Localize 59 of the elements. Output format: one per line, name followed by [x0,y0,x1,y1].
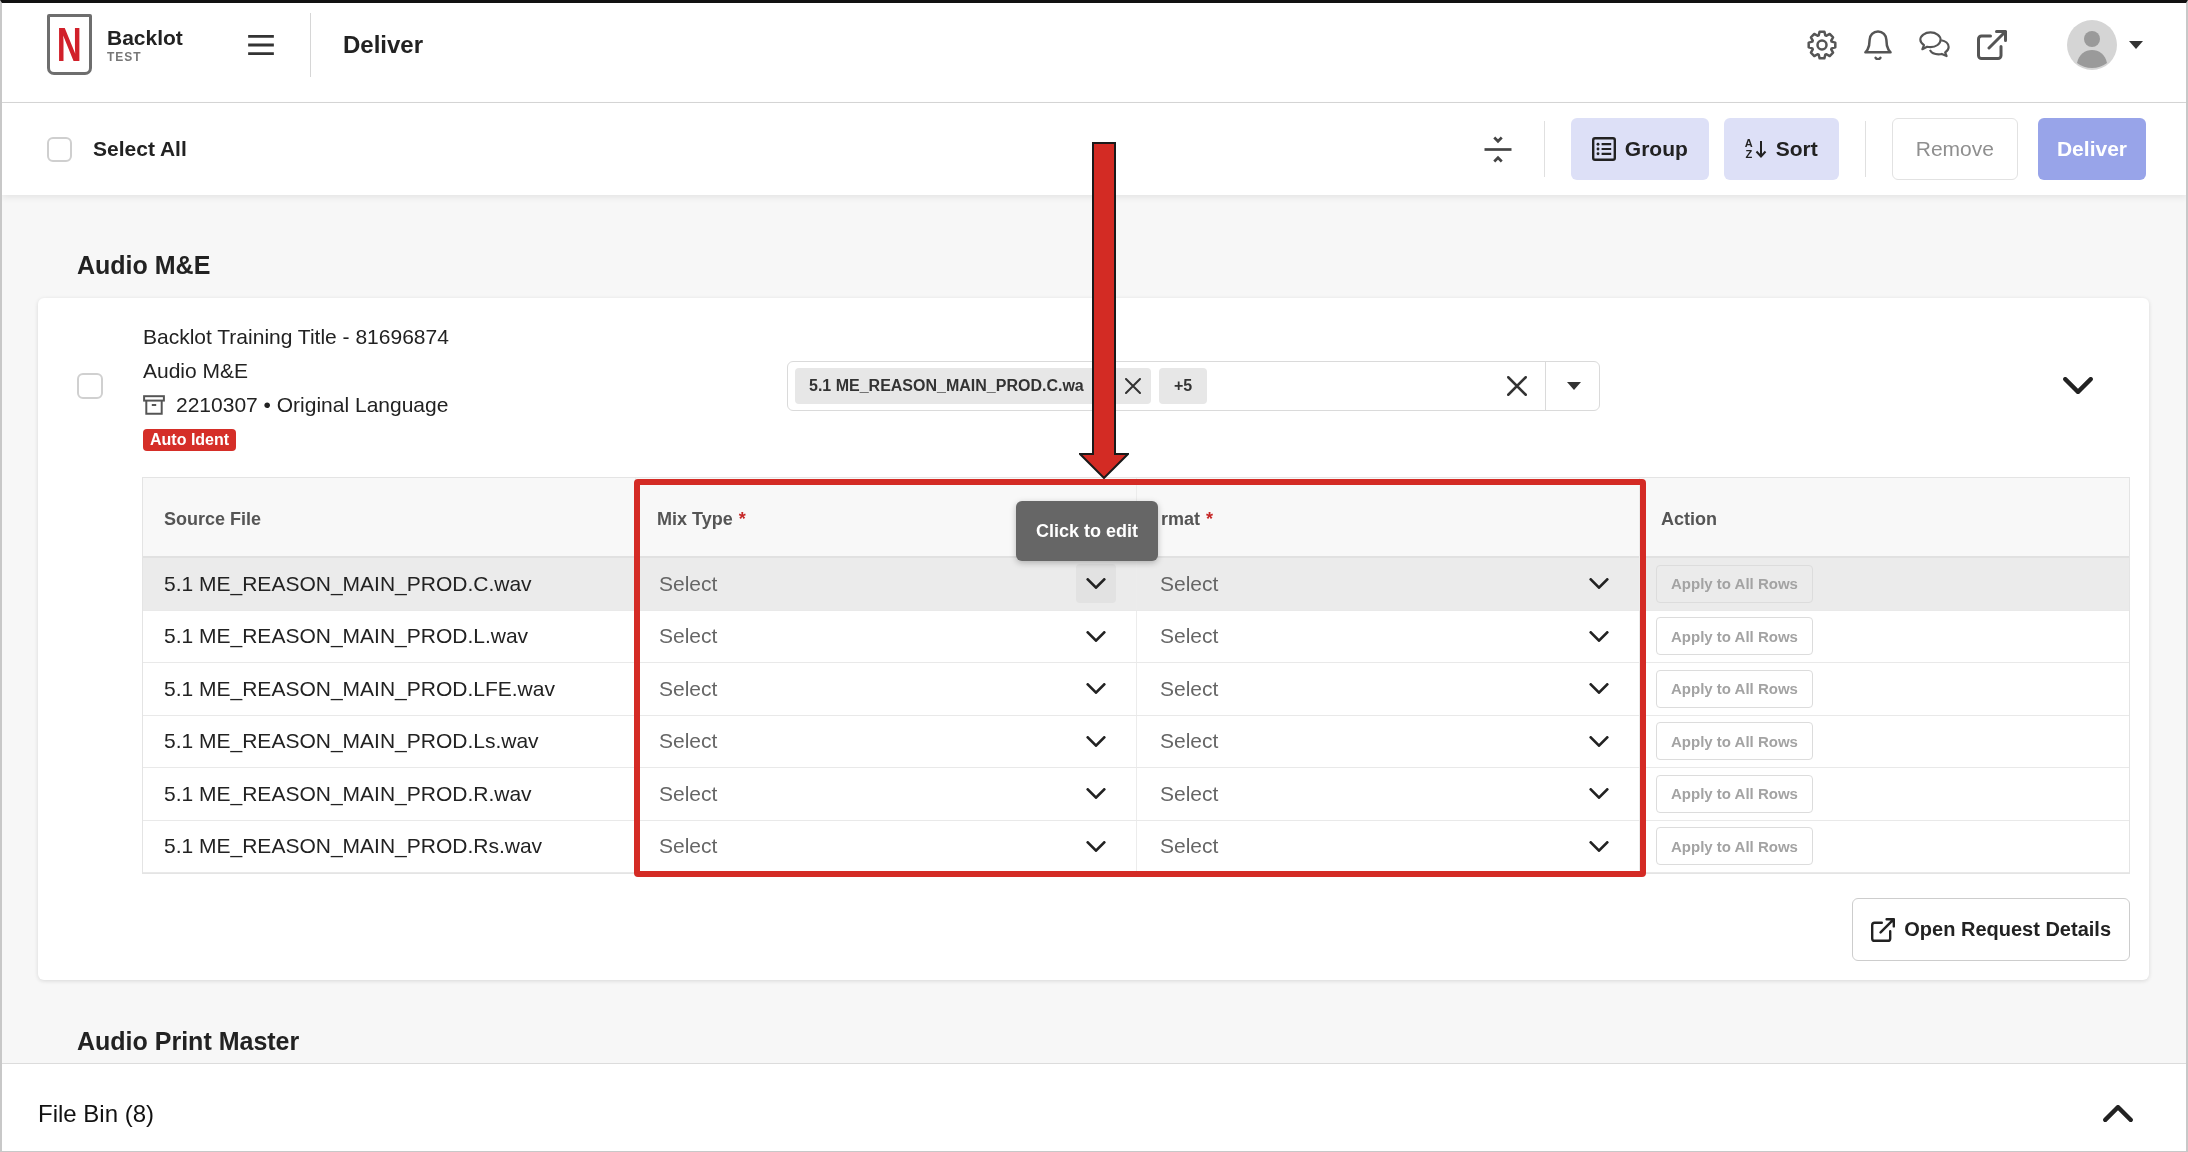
app-name: Backlot [107,24,183,50]
section-title: Audio M&E [77,250,212,280]
section-title: Audio Print Master [77,1026,301,1056]
tooltip: Click to edit [1016,501,1158,561]
dropdown-field[interactable]: Select [1145,773,1631,814]
settings-icon[interactable] [1807,29,1837,60]
list-icon [1591,137,1616,161]
caret-icon[interactable] [2129,40,2143,49]
request-meta: 2210307 • Original Language [176,392,449,418]
dropdown-field[interactable]: Select [644,773,1128,814]
dropdown-field[interactable]: Select [1145,563,1631,604]
open-details-button[interactable]: Open Request Details [1852,898,2130,961]
column-header: Mix Type * [657,509,746,530]
file-chip[interactable]: 5.1 ME_REASON_MAIN_PROD.C.wa [795,367,1151,404]
external-link-icon [1871,917,1896,942]
caret-icon[interactable] [1567,381,1581,390]
dropdown-field[interactable]: Select [1145,721,1631,762]
chat-icon[interactable] [1919,31,1950,58]
compress-icon[interactable] [1482,135,1513,163]
file-name-cell: 5.1 ME_REASON_MAIN_PROD.Ls.wav [143,715,636,767]
dropdown-field[interactable]: Select [644,563,1128,604]
file-name-cell: 5.1 ME_REASON_MAIN_PROD.Rs.wav [143,820,636,872]
clear-icon[interactable] [1507,375,1527,396]
select-all-label: Select All [93,137,187,161]
dropdown-field[interactable]: Select [644,668,1128,709]
dropdown-field[interactable]: Select [1145,616,1631,657]
status-badge: Auto Ident [143,429,237,451]
chevron-up-icon[interactable] [2103,1105,2133,1122]
bell-icon[interactable] [1864,29,1892,60]
file-name-cell: 5.1 ME_REASON_MAIN_PROD.C.wav [143,558,636,610]
card-checkbox[interactable] [77,372,103,399]
file-bin-label: File Bin (8) [38,1099,155,1128]
user-avatar[interactable] [2067,19,2117,70]
group-button[interactable]: Group [1570,118,1709,180]
dropdown-field[interactable]: Select [644,616,1128,657]
column-header: Action [1661,509,1717,530]
file-name-cell: 5.1 ME_REASON_MAIN_PROD.LFE.wav [143,663,636,715]
chevron-down-icon[interactable] [2063,377,2093,394]
archive-icon [143,395,165,415]
select-all-checkbox[interactable] [47,136,72,162]
environment-label: TEST [107,49,142,65]
dropdown-field[interactable]: Select [1145,826,1631,867]
column-header: rmat * [1161,509,1214,530]
column-header: Source File [164,509,262,530]
request-title: Backlot Training Title - 81696874 [143,324,449,350]
file-name-cell: 5.1 ME_REASON_MAIN_PROD.L.wav [143,610,636,662]
dropdown-field[interactable]: Select [1145,668,1631,709]
page-title: Deliver [343,30,424,59]
request-type: Audio M&E [143,358,249,384]
close-icon[interactable] [1125,377,1141,394]
dropdown-field[interactable]: Select [644,826,1128,867]
app-logo: N [47,14,92,75]
count-chip[interactable]: +5 [1159,367,1208,404]
file-select-field[interactable]: 5.1 ME_REASON_MAIN_PROD.C.wa +5 [787,360,1600,411]
menu-icon[interactable] [248,34,274,55]
sort-button[interactable]: A Z Sort [1723,118,1839,180]
dropdown-field[interactable]: Select [644,721,1128,762]
file-name-cell: 5.1 ME_REASON_MAIN_PROD.R.wav [143,768,636,820]
external-link-icon[interactable] [1977,29,2007,60]
